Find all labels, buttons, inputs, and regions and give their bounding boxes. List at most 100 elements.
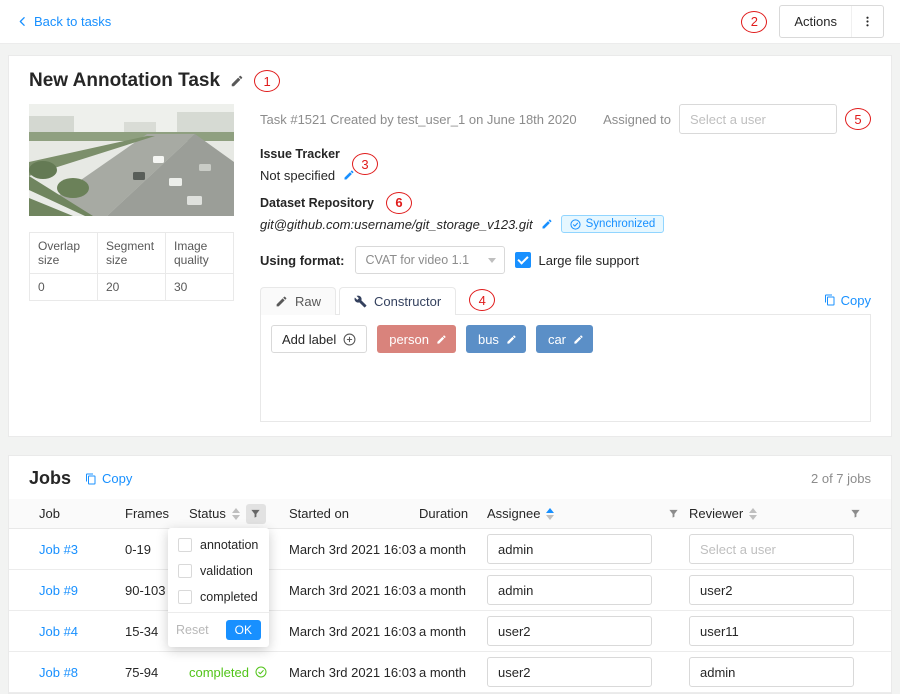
- format-select[interactable]: CVAT for video 1.1: [355, 246, 505, 274]
- tab-constructor[interactable]: Constructor: [339, 287, 456, 315]
- pencil-icon: [275, 295, 288, 308]
- sort-status-icon[interactable]: [232, 508, 240, 520]
- column-status-label: Status: [189, 506, 226, 521]
- column-reviewer[interactable]: Reviewer: [689, 504, 871, 524]
- param-overlap-size-header: Overlap size: [30, 233, 98, 274]
- filter-option-annotation-label: annotation: [200, 538, 258, 552]
- tab-raw[interactable]: Raw: [260, 287, 336, 315]
- edit-title-pencil-icon[interactable]: [230, 74, 244, 88]
- assignee-input[interactable]: [487, 657, 652, 687]
- job-started-on: March 3rd 2021 16:03: [289, 624, 419, 639]
- checkbox-unchecked-icon[interactable]: [178, 564, 192, 578]
- pencil-icon: [436, 334, 447, 345]
- edit-issue-tracker-pencil-icon[interactable]: [343, 169, 355, 181]
- chevron-left-icon: [16, 15, 29, 28]
- labels-tabs-block: Raw Constructor 4 Copy: [260, 286, 871, 422]
- reviewer-filter-icon[interactable]: [845, 504, 865, 524]
- add-label-button[interactable]: Add label: [271, 325, 367, 353]
- labels-constructor-panel: Add label person bus: [260, 314, 871, 422]
- task-assignee-input[interactable]: [679, 104, 837, 134]
- copy-labels-link[interactable]: Copy: [824, 293, 871, 308]
- assigned-to-label: Assigned to: [603, 112, 671, 127]
- assignee-input[interactable]: [487, 534, 652, 564]
- tab-raw-label: Raw: [295, 294, 321, 309]
- label-bus-name: bus: [478, 332, 499, 347]
- param-image-quality-header: Image quality: [166, 233, 234, 274]
- reviewer-input[interactable]: [689, 534, 854, 564]
- callout-2: 2: [741, 11, 767, 33]
- task-details-card: New Annotation Task 1: [8, 55, 892, 437]
- status-filter-icon[interactable]: [246, 504, 266, 524]
- issue-tracker-label: Issue Tracker: [260, 146, 871, 161]
- column-status[interactable]: Status: [189, 504, 289, 524]
- label-tag-car[interactable]: car: [536, 325, 593, 353]
- callout-6: 6: [386, 192, 412, 214]
- checkbox-unchecked-icon[interactable]: [178, 590, 192, 604]
- column-job-label: Job: [39, 506, 60, 521]
- actions-button[interactable]: Actions: [779, 5, 884, 38]
- dataset-repository-label: Dataset Repository: [260, 196, 374, 210]
- jobs-title: Jobs: [29, 468, 71, 489]
- filter-ok-button[interactable]: OK: [226, 620, 261, 640]
- task-preview-image: [29, 104, 234, 216]
- actions-label: Actions: [780, 14, 851, 29]
- format-row: Using format: CVAT for video 1.1 Large f…: [260, 246, 871, 274]
- topbar-right: 2 Actions: [741, 5, 884, 38]
- param-image-quality-value: 30: [166, 274, 234, 301]
- task-title-row: New Annotation Task 1: [29, 68, 871, 94]
- job-duration: a month: [419, 624, 487, 639]
- job-frames: 75-94: [125, 665, 189, 680]
- filter-reset-button[interactable]: Reset: [176, 623, 209, 637]
- job-status-label: completed: [189, 665, 249, 680]
- column-reviewer-label: Reviewer: [689, 506, 743, 521]
- job-link[interactable]: Job #9: [39, 583, 125, 598]
- issue-tracker-section: Issue Tracker Not specified 3: [260, 146, 871, 185]
- assignee-filter-icon[interactable]: [663, 504, 683, 524]
- back-to-tasks-link[interactable]: Back to tasks: [16, 14, 111, 29]
- assignee-input[interactable]: [487, 616, 652, 646]
- checkbox-checked-icon[interactable]: [515, 252, 531, 268]
- sort-reviewer-icon[interactable]: [749, 508, 757, 520]
- more-options-icon[interactable]: [851, 6, 883, 37]
- synchronized-badge-label: Synchronized: [586, 218, 656, 230]
- assigned-to-group: Assigned to 5: [603, 104, 871, 134]
- jobs-table-header: Job Frames Status Started on Duration As…: [9, 499, 891, 529]
- reviewer-input[interactable]: [689, 657, 854, 687]
- job-link[interactable]: Job #4: [39, 624, 125, 639]
- copy-labels-label: Copy: [841, 293, 871, 308]
- status-filter-dropdown: annotation validation completed Reset OK: [168, 528, 269, 647]
- synchronized-badge: Synchronized: [561, 215, 665, 233]
- column-frames: Frames: [125, 506, 189, 521]
- callout-5: 5: [845, 108, 871, 130]
- dataset-repository-value-row: git@github.com:username/git_storage_v123…: [260, 214, 871, 234]
- copy-icon: [85, 473, 97, 485]
- filter-option-annotation[interactable]: annotation: [168, 532, 269, 558]
- wrench-icon: [354, 295, 367, 308]
- job-link[interactable]: Job #3: [39, 542, 125, 557]
- reviewer-input[interactable]: [689, 616, 854, 646]
- copy-jobs-label: Copy: [102, 471, 132, 486]
- sort-assignee-icon[interactable]: [546, 508, 554, 520]
- assignee-input[interactable]: [487, 575, 652, 605]
- param-overlap-size-value: 0: [30, 274, 98, 301]
- copy-jobs-link[interactable]: Copy: [85, 471, 132, 486]
- label-tag-bus[interactable]: bus: [466, 325, 526, 353]
- job-started-on: March 3rd 2021 16:03: [289, 583, 419, 598]
- task-left-column: Overlap size Segment size Image quality …: [29, 104, 234, 422]
- task-meta-row: Task #1521 Created by test_user_1 on Jun…: [260, 104, 871, 134]
- column-frames-label: Frames: [125, 506, 169, 521]
- reviewer-input[interactable]: [689, 575, 854, 605]
- job-link[interactable]: Job #8: [39, 665, 125, 680]
- filter-option-validation[interactable]: validation: [168, 558, 269, 584]
- dataset-repository-url: git@github.com:username/git_storage_v123…: [260, 217, 533, 232]
- task-parameters-table: Overlap size Segment size Image quality …: [29, 232, 234, 301]
- filter-option-completed[interactable]: completed: [168, 584, 269, 610]
- checkbox-unchecked-icon[interactable]: [178, 538, 192, 552]
- column-assignee[interactable]: Assignee: [487, 504, 689, 524]
- column-duration: Duration: [419, 506, 487, 521]
- edit-repository-pencil-icon[interactable]: [541, 218, 553, 230]
- dataset-repository-label-row: Dataset Repository 6: [260, 195, 871, 210]
- callout-4: 4: [469, 289, 495, 311]
- large-file-support-checkbox-row[interactable]: Large file support: [515, 252, 639, 268]
- label-tag-person[interactable]: person: [377, 325, 456, 353]
